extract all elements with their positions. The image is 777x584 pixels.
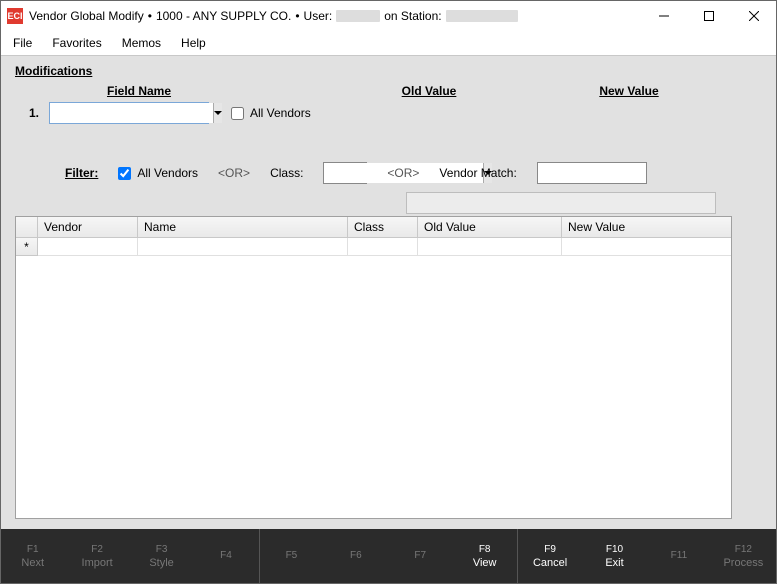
grid-col-vendor[interactable]: Vendor: [38, 217, 138, 238]
all-vendors-row-check[interactable]: [231, 107, 244, 120]
window-title: Vendor Global Modify • 1000 - ANY SUPPLY…: [29, 9, 518, 23]
fkey-key: F3: [156, 544, 168, 555]
fkey-key: F4: [220, 550, 232, 561]
field-name-dropdown-button[interactable]: [213, 103, 222, 123]
grid-col-class[interactable]: Class: [348, 217, 418, 238]
or-separator: <OR>: [218, 166, 250, 180]
function-key-bar: F1 Next F2 Import F3 Style F4 F5 F6 F7 F8 View F9 Can…: [1, 529, 776, 583]
grid-col-new[interactable]: New Value: [562, 217, 731, 238]
fkey-key: F11: [671, 550, 688, 561]
filter-all-vendors-checkbox[interactable]: All Vendors: [118, 166, 198, 180]
grid-header: Vendor Name Class Old Value New Value: [16, 217, 731, 238]
all-vendors-row-label: All Vendors: [250, 106, 311, 120]
fkey-label: Cancel: [533, 557, 567, 569]
fkey-key: F6: [350, 550, 362, 561]
menu-help[interactable]: Help: [175, 34, 212, 52]
title-sep: •: [295, 9, 299, 23]
fkey-f11: F11: [647, 529, 711, 583]
fkey-f2: F2 Import: [65, 529, 129, 583]
redacted-station: [446, 10, 518, 22]
vendor-match-input[interactable]: [537, 162, 647, 184]
title-user-label: User:: [304, 9, 333, 23]
fkey-key: F5: [286, 550, 298, 561]
filter-all-vendors-label: All Vendors: [137, 166, 198, 180]
row-number: 1.: [15, 106, 49, 120]
cell-name[interactable]: [138, 238, 348, 256]
cell-old[interactable]: [418, 238, 562, 256]
or-separator: <OR>: [387, 166, 419, 180]
fkey-label: Import: [82, 557, 113, 569]
fkey-f8[interactable]: F8 View: [453, 529, 517, 583]
redacted-user: [336, 10, 380, 22]
fkey-f10[interactable]: F10 Exit: [583, 529, 647, 583]
cell-vendor[interactable]: [38, 238, 138, 256]
fkey-f4: F4: [194, 529, 258, 583]
header-old-value: Old Value: [359, 84, 499, 98]
menu-favorites[interactable]: Favorites: [46, 34, 107, 52]
menu-memos[interactable]: Memos: [116, 34, 167, 52]
status-box: [406, 192, 716, 214]
fkey-key: F2: [91, 544, 103, 555]
fkey-key: F9: [544, 544, 556, 555]
class-label: Class:: [270, 166, 303, 180]
modification-row-1: 1. All Vendors: [15, 102, 766, 124]
field-name-input[interactable]: [50, 103, 213, 123]
fkey-key: F10: [606, 544, 623, 555]
minimize-button[interactable]: [641, 1, 686, 31]
fkey-f6: F6: [324, 529, 388, 583]
all-vendors-row-checkbox[interactable]: All Vendors: [231, 106, 311, 120]
column-headers: Field Name Old Value New Value: [15, 84, 766, 98]
cell-new[interactable]: [562, 238, 731, 256]
title-station-label: on Station:: [384, 9, 441, 23]
fkey-f7: F7: [389, 529, 453, 583]
grid-col-old[interactable]: Old Value: [418, 217, 562, 238]
title-company: 1000 - ANY SUPPLY CO.: [156, 9, 291, 23]
filter-label: Filter:: [65, 166, 98, 180]
vendor-match-label: Vendor Match:: [439, 166, 516, 180]
fkey-f3: F3 Style: [130, 529, 194, 583]
vendor-grid[interactable]: Vendor Name Class Old Value New Value *: [15, 216, 732, 519]
title-app: Vendor Global Modify: [29, 9, 144, 23]
filter-all-vendors-check[interactable]: [118, 167, 131, 180]
field-name-combo[interactable]: [49, 102, 209, 124]
section-modifications: Modifications: [15, 64, 766, 78]
grid-col-name[interactable]: Name: [138, 217, 348, 238]
fkey-label: Exit: [605, 557, 623, 569]
grid-corner: [16, 217, 38, 238]
chevron-down-icon: [214, 111, 222, 115]
grid-new-row[interactable]: *: [16, 238, 731, 256]
class-combo[interactable]: [323, 162, 367, 184]
filter-row: Filter: All Vendors <OR> Class: <OR> Ven…: [15, 162, 766, 184]
fkey-f12: F12 Process: [712, 529, 776, 583]
fkey-label: Next: [21, 557, 44, 569]
fkey-label: View: [473, 557, 497, 569]
title-sep: •: [148, 9, 152, 23]
menu-file[interactable]: File: [7, 34, 38, 52]
fkey-label: Style: [149, 557, 173, 569]
fkey-key: F8: [479, 544, 491, 555]
fkey-f1: F1 Next: [1, 529, 65, 583]
header-new-value: New Value: [559, 84, 699, 98]
new-row-marker: *: [16, 238, 38, 256]
fkey-f9[interactable]: F9 Cancel: [517, 529, 582, 583]
menu-bar: File Favorites Memos Help: [1, 31, 776, 55]
app-window: ECI Vendor Global Modify • 1000 - ANY SU…: [0, 0, 777, 584]
fkey-key: F7: [414, 550, 426, 561]
work-area: Modifications Field Name Old Value New V…: [1, 55, 776, 529]
maximize-button[interactable]: [686, 1, 731, 31]
grid-body[interactable]: *: [16, 238, 731, 518]
fkey-f5: F5: [259, 529, 324, 583]
fkey-label: Process: [723, 557, 763, 569]
close-button[interactable]: [731, 1, 776, 31]
title-bar: ECI Vendor Global Modify • 1000 - ANY SU…: [1, 1, 776, 31]
fkey-key: F1: [27, 544, 39, 555]
fkey-key: F12: [735, 544, 752, 555]
app-icon: ECI: [7, 8, 23, 24]
window-controls: [641, 1, 776, 31]
cell-class[interactable]: [348, 238, 418, 256]
header-field-name: Field Name: [49, 84, 229, 98]
